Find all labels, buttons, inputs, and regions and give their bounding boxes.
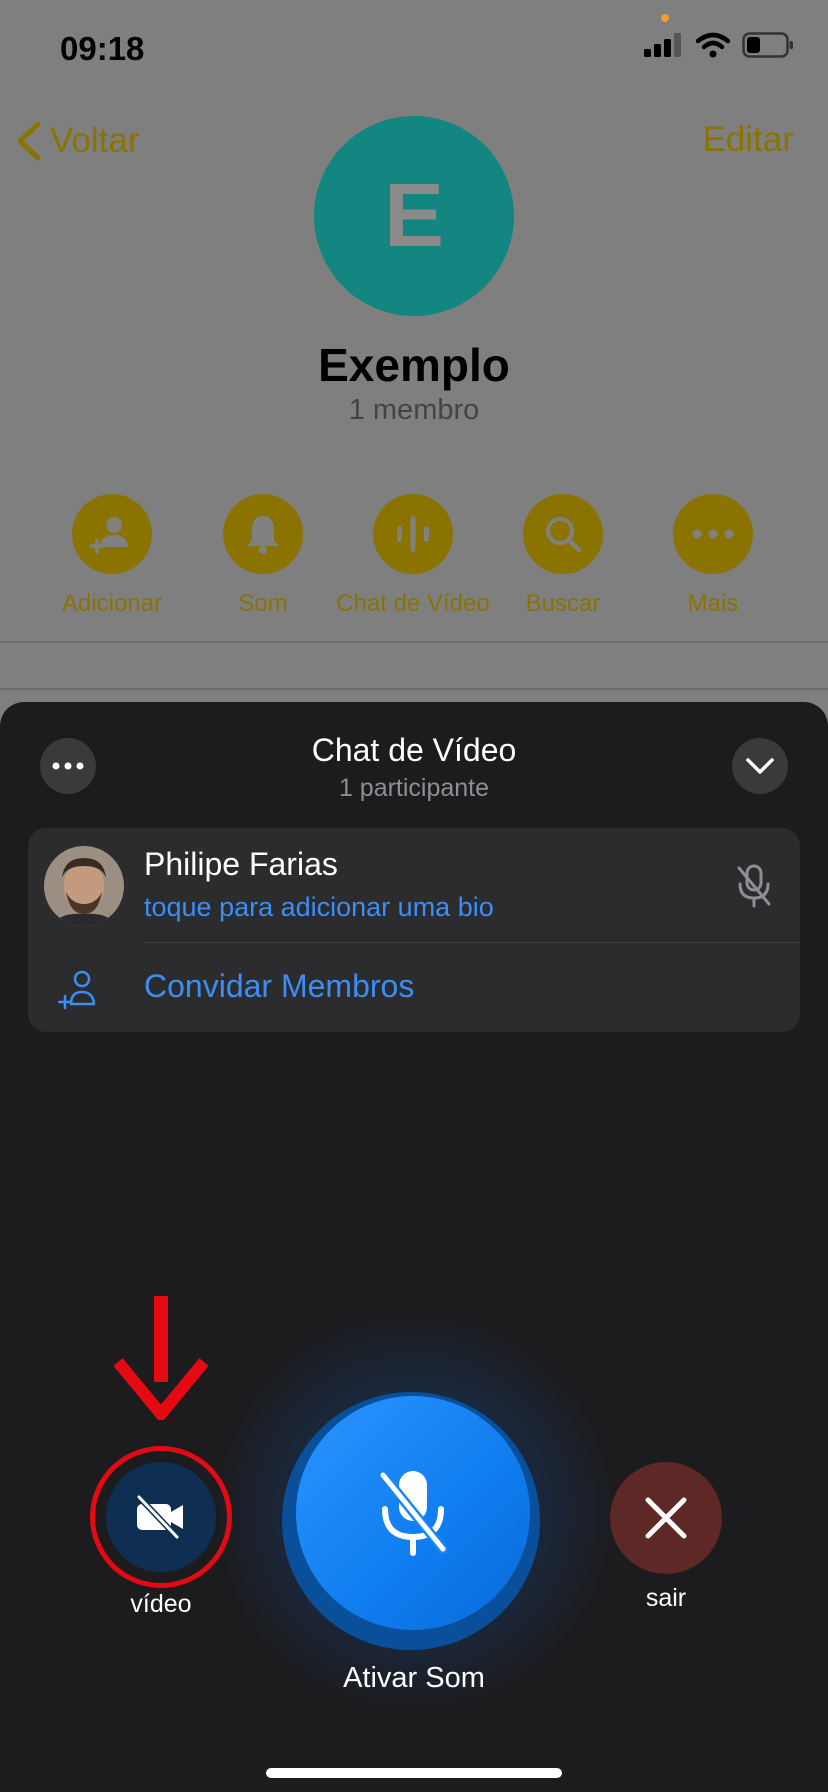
group-avatar-letter: E xyxy=(383,165,445,266)
leave-button[interactable] xyxy=(610,1462,722,1574)
privacy-indicator-dot xyxy=(661,14,669,22)
collapse-button[interactable] xyxy=(732,738,788,794)
sheet-title: Chat de Vídeo xyxy=(311,732,517,768)
chevron-left-icon xyxy=(17,121,41,161)
action-more[interactable]: Mais xyxy=(628,494,798,618)
video-chat-sheet: Chat de Vídeo 1 participante Philipe Far… xyxy=(0,702,828,1792)
red-arrow-annotation xyxy=(114,1296,208,1420)
action-label: Buscar xyxy=(525,590,601,617)
card-separator xyxy=(144,942,800,943)
back-button[interactable]: Voltar xyxy=(14,120,140,162)
add-person-icon xyxy=(72,494,152,574)
microphone-off-icon xyxy=(737,864,771,908)
signal-icon xyxy=(644,33,681,57)
participants-card: Philipe Farias toque para adicionar uma … xyxy=(28,828,800,1032)
video-label: vídeo xyxy=(130,1590,192,1618)
bell-icon xyxy=(223,494,303,574)
video-off-icon xyxy=(136,1494,183,1540)
participant-muted-mic xyxy=(734,862,774,915)
battery-icon xyxy=(742,32,793,58)
divider xyxy=(0,641,828,643)
status-bar: 09:18 xyxy=(0,0,828,100)
action-search[interactable]: Buscar xyxy=(478,494,648,618)
wifi-icon xyxy=(696,32,730,58)
group-member-count: 1 membro xyxy=(348,394,480,426)
action-sound[interactable]: Som xyxy=(178,494,348,618)
action-video-chat[interactable]: Chat de Vídeo xyxy=(328,494,498,618)
action-add-member[interactable]: Adicionar xyxy=(27,494,197,618)
unmute-label: Ativar Som xyxy=(343,1662,485,1694)
add-person-icon xyxy=(57,970,96,1010)
participant-name: Philipe Farias xyxy=(144,846,338,882)
invite-members-icon[interactable] xyxy=(57,968,100,1015)
action-label: Som xyxy=(238,590,288,617)
close-icon xyxy=(645,1497,687,1539)
edit-button[interactable]: Editar xyxy=(703,120,794,160)
group-avatar[interactable]: E xyxy=(314,116,514,316)
participant-avatar[interactable] xyxy=(44,846,124,926)
video-toggle-button[interactable] xyxy=(106,1462,216,1572)
group-name: Exemplo xyxy=(318,339,510,391)
sheet-participant-count: 1 participante xyxy=(338,774,490,802)
chevron-down-icon xyxy=(746,758,774,774)
status-icons xyxy=(644,32,794,58)
back-label: Voltar xyxy=(50,121,140,160)
action-label: Adicionar xyxy=(61,590,163,617)
action-label: Mais xyxy=(687,590,739,617)
voice-wave-icon xyxy=(373,494,453,574)
home-indicator[interactable] xyxy=(266,1768,562,1778)
microphone-off-icon xyxy=(378,1470,448,1556)
participant-bio[interactable]: toque para adicionar uma bio xyxy=(144,892,494,923)
more-icon xyxy=(673,494,753,574)
divider xyxy=(0,688,828,690)
unmute-button[interactable] xyxy=(296,1396,530,1630)
invite-members-button[interactable]: Convidar Membros xyxy=(144,968,414,1005)
leave-label: sair xyxy=(645,1584,687,1612)
action-label: Chat de Vídeo xyxy=(336,590,490,617)
search-icon xyxy=(523,494,603,574)
status-time: 09:18 xyxy=(60,30,145,67)
